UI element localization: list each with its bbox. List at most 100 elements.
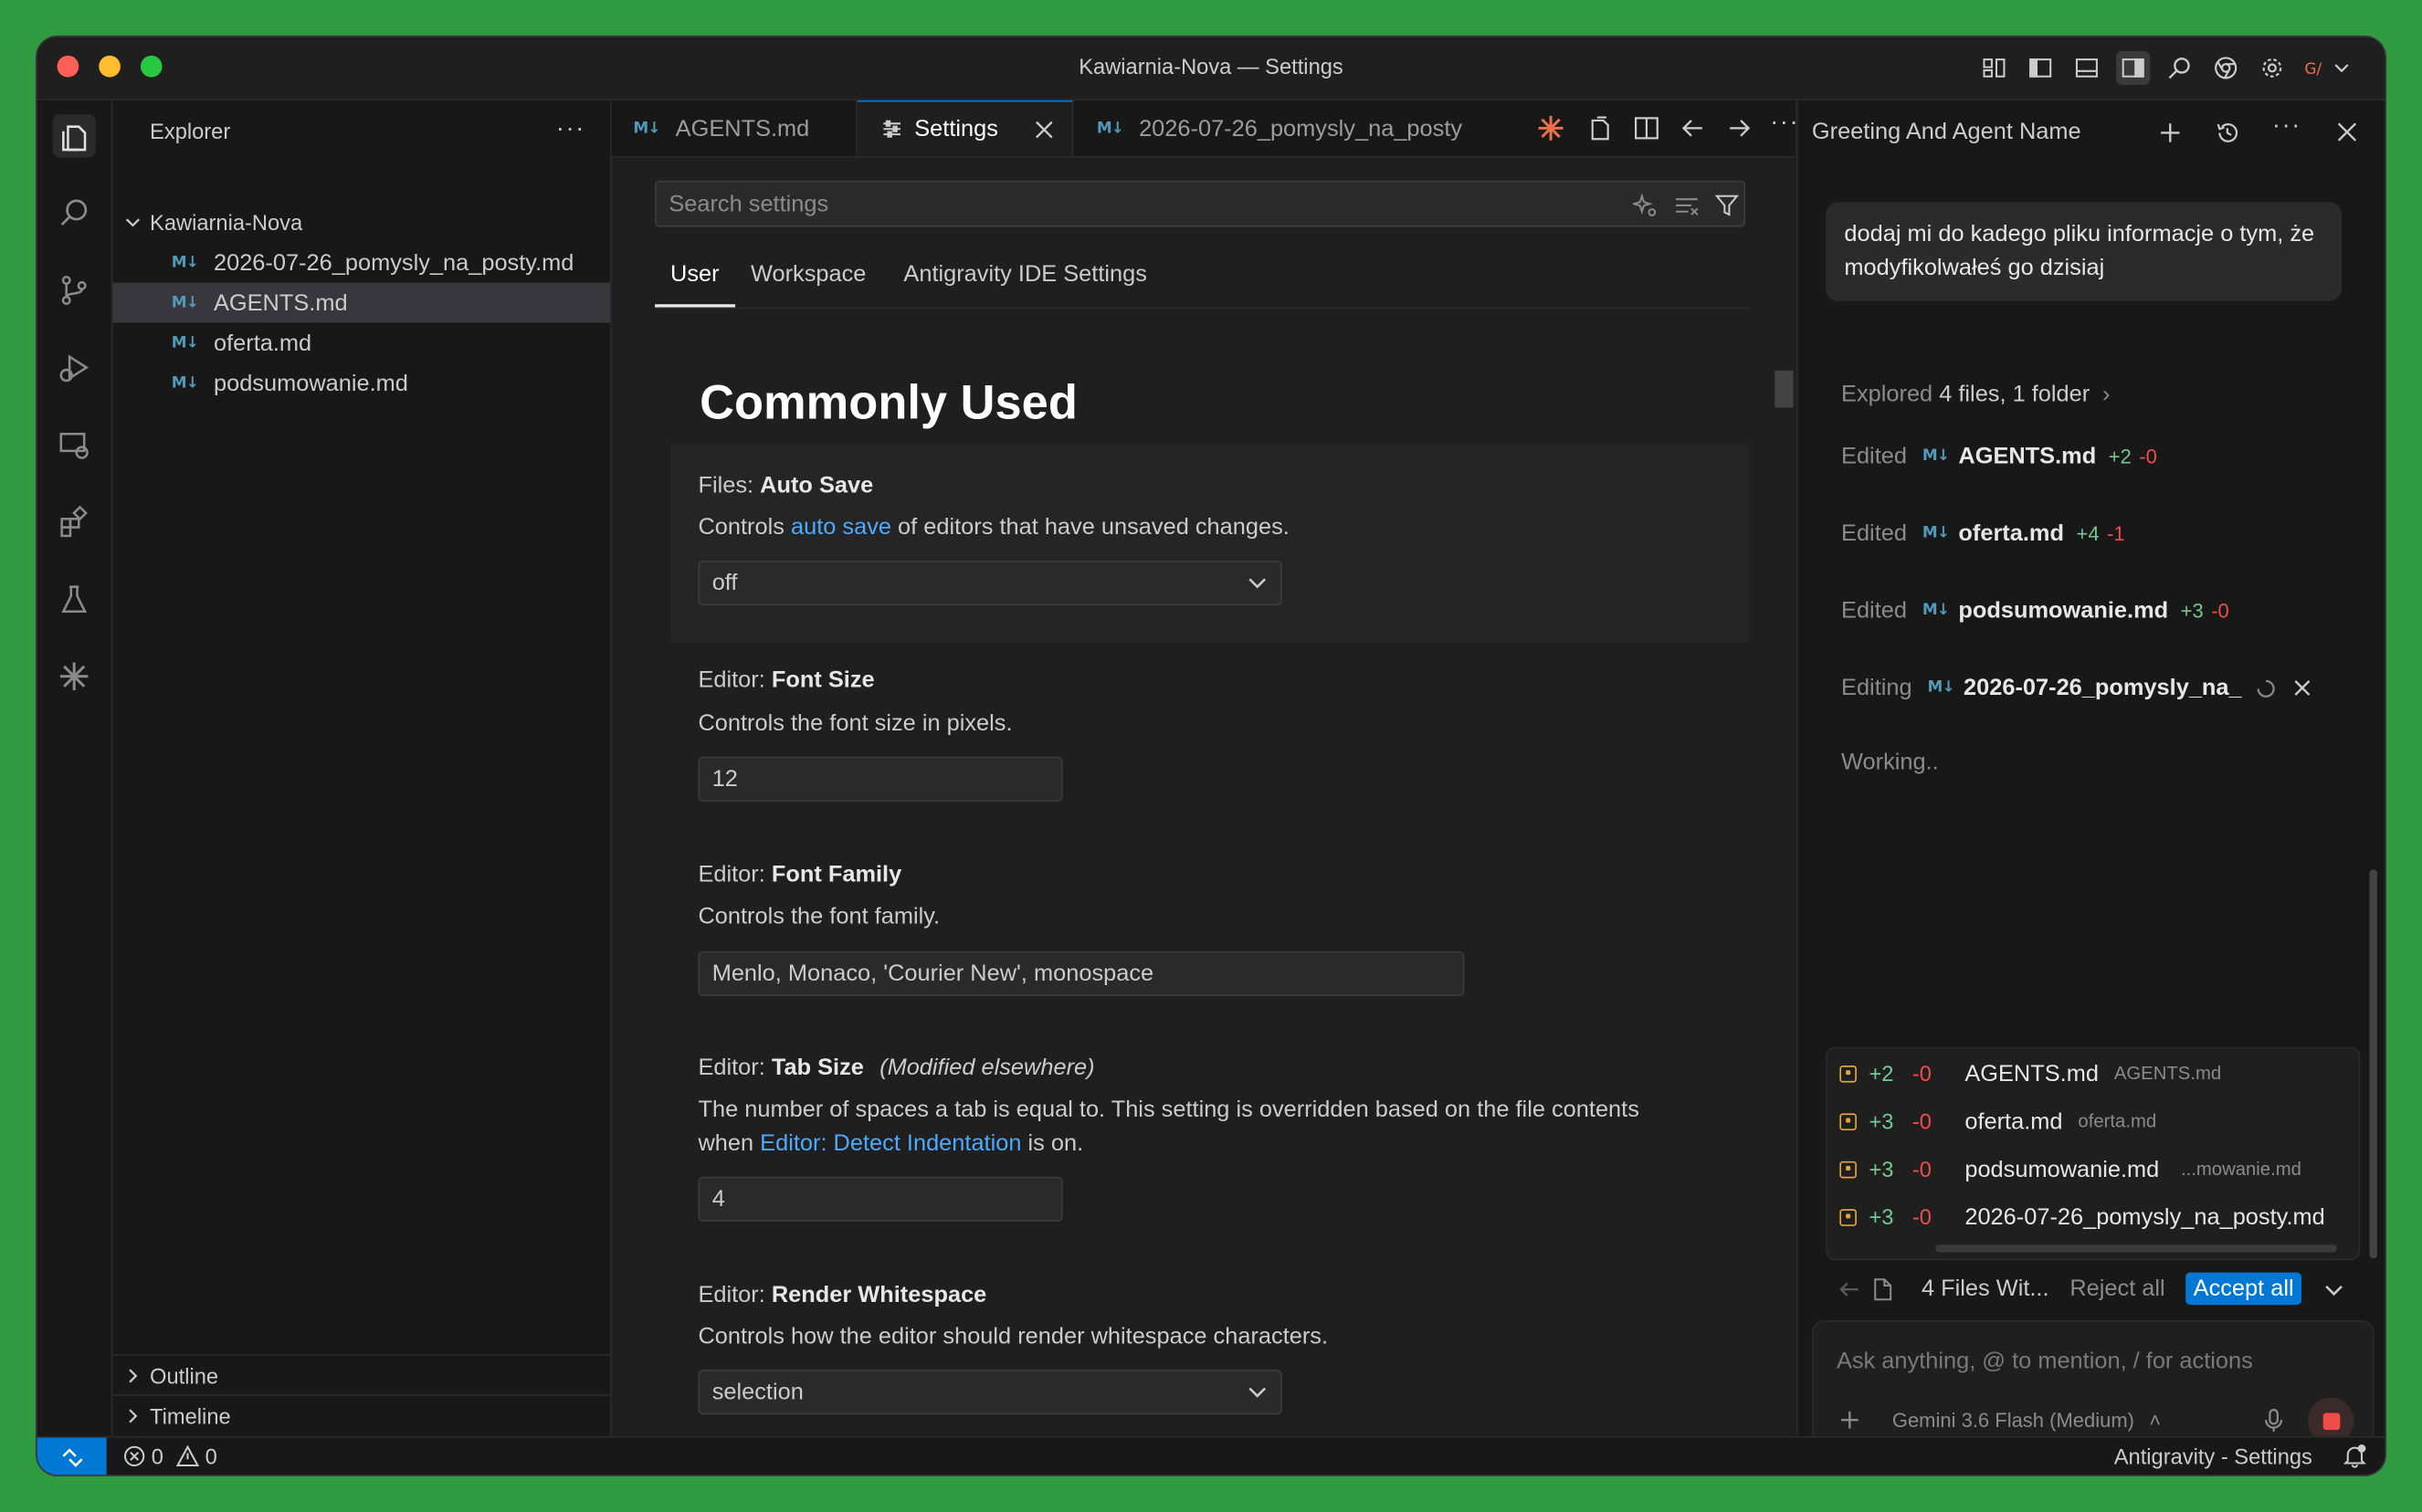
file-name: podsumowanie.md [213, 370, 408, 396]
back-arrow-icon[interactable] [1838, 1278, 1860, 1300]
add-context-plus-icon[interactable] [1839, 1410, 1859, 1430]
setting-name: Tab Size [771, 1055, 864, 1081]
change-row[interactable]: +2 -0 AGENTS.md AGENTS.md [1839, 1050, 2358, 1097]
gear-icon[interactable] [2255, 51, 2289, 85]
removed-lines: -0 [2139, 445, 2157, 468]
close-tab-icon[interactable] [1035, 121, 1053, 139]
modified-elsewhere-note[interactable]: (Modified elsewhere) [879, 1055, 1094, 1081]
file-item[interactable]: M↓ oferta.md [112, 322, 610, 362]
explorer-icon[interactable] [52, 114, 96, 158]
cancel-step-icon[interactable] [2294, 679, 2311, 697]
clear-filter-icon[interactable] [1674, 193, 1699, 217]
scrollbar-thumb[interactable] [1774, 370, 1794, 408]
close-panel-icon[interactable] [2337, 122, 2357, 142]
source-control-icon[interactable] [53, 268, 96, 311]
change-row[interactable]: +3 -0 2026-07-26_pomysly_na_posty.md [1839, 1193, 2358, 1240]
tab-size-input[interactable]: 4 [698, 1176, 1063, 1222]
extensions-icon[interactable] [53, 500, 96, 543]
render-whitespace-select[interactable]: selection [698, 1370, 1282, 1415]
reject-all-button[interactable]: Reject all [2069, 1276, 2164, 1302]
chevron-down-icon [1248, 1387, 1267, 1398]
tab-label: 2026-07-26_pomysly_na_posty [1139, 115, 1463, 142]
chrome-icon[interactable] [2209, 51, 2243, 85]
chevron-right-icon [129, 1409, 138, 1423]
detect-indentation-link[interactable]: Editor: Detect Indentation [760, 1130, 1021, 1157]
agent-sparkle-icon[interactable] [53, 655, 96, 698]
select-value: off [711, 570, 738, 596]
file-item[interactable]: M↓ 2026-07-26_pomysly_na_posty.md [112, 243, 610, 283]
split-editor-icon[interactable] [1633, 114, 1660, 142]
explored-step[interactable]: Explored 4 files, 1 folder › [1841, 382, 2110, 408]
desc-text: is on. [1021, 1130, 1084, 1157]
more-actions-icon[interactable]: ··· [1770, 110, 1799, 137]
outline-label: Outline [150, 1363, 219, 1389]
forward-arrow-icon[interactable] [1725, 114, 1753, 142]
edit-step[interactable]: Edited M↓ oferta.md +4 -1 [1841, 520, 2125, 547]
folder-root[interactable]: Kawiarnia-Nova [112, 203, 610, 243]
outline-section[interactable]: Outline [112, 1354, 611, 1396]
tab-posts-md[interactable]: M↓ 2026-07-26_pomysly_na_posty [1075, 100, 1538, 156]
open-changes-icon[interactable] [1586, 114, 1614, 142]
markdown-icon: M↓ [1922, 447, 1950, 466]
markdown-icon: M↓ [1922, 525, 1950, 542]
problems-indicator[interactable]: 0 0 [123, 1444, 217, 1468]
tab-workspace[interactable]: Workspace [751, 261, 866, 288]
settings-scope-tabs: User Workspace Antigravity IDE Settings [655, 248, 1749, 310]
tab-settings[interactable]: Settings [857, 100, 1074, 156]
chevron-down-icon[interactable] [2323, 1280, 2345, 1302]
file-item-selected[interactable]: M↓ AGENTS.md [112, 282, 611, 323]
timeline-section[interactable]: Timeline [112, 1394, 611, 1436]
toggle-secondary-sidebar-icon[interactable] [2116, 50, 2151, 86]
file-name: oferta.md [213, 330, 312, 356]
search-view-icon[interactable] [53, 192, 96, 235]
edit-step[interactable]: Edited M↓ podsumowanie.md +3 -0 [1841, 598, 2229, 625]
status-right-label[interactable]: Antigravity - Settings [2114, 1444, 2312, 1468]
search-icon[interactable] [2163, 51, 2196, 85]
change-row[interactable]: +3 -0 podsumowanie.md ...mowanie.md [1839, 1146, 2358, 1192]
more-actions-icon[interactable]: ··· [556, 116, 585, 143]
history-icon[interactable] [2215, 121, 2239, 145]
chevron-down-icon [125, 218, 140, 227]
ai-search-sparkle-icon[interactable] [1632, 193, 1658, 217]
notifications-bell-icon[interactable] [2343, 1444, 2366, 1468]
testing-flask-icon[interactable] [53, 578, 96, 621]
run-debug-icon[interactable] [53, 346, 96, 389]
remote-explorer-icon[interactable] [53, 423, 96, 466]
setting-category: Editor: [698, 667, 765, 694]
search-settings-input[interactable]: Search settings [655, 180, 1746, 227]
select-value: selection [711, 1379, 804, 1406]
editing-step[interactable]: Editing M↓ 2026-07-26_pomysly_na_ [1841, 675, 2311, 701]
file-changed-icon [1839, 1160, 1857, 1178]
tab-agents-md[interactable]: M↓ AGENTS.md [611, 100, 858, 156]
agent-panel-title: Greeting And Agent Name [1811, 119, 2081, 145]
customize-layout-icon[interactable] [1977, 51, 2011, 85]
files-summary[interactable]: 4 Files Wit... [1922, 1276, 2049, 1302]
auto-save-select[interactable]: off [698, 560, 1282, 605]
chevron-right-icon [129, 1369, 138, 1383]
active-tab-indicator [655, 304, 736, 308]
font-family-input[interactable]: Menlo, Monaco, 'Courier New', monospace [698, 950, 1465, 996]
font-size-input[interactable]: 12 [698, 756, 1063, 802]
auto-save-link[interactable]: auto save [791, 514, 891, 541]
markdown-icon: M↓ [171, 254, 199, 271]
new-chat-plus-icon[interactable] [2158, 121, 2183, 145]
scrollbar-thumb[interactable] [2369, 869, 2377, 1259]
edit-step[interactable]: Edited M↓ AGENTS.md +2 -0 [1841, 443, 2157, 469]
toggle-panel-icon[interactable] [2069, 51, 2103, 85]
file-item[interactable]: M↓ podsumowanie.md [112, 362, 610, 403]
change-row[interactable]: +3 -0 oferta.md oferta.md [1839, 1098, 2358, 1145]
filter-icon[interactable] [1714, 193, 1740, 217]
account-menu-icon[interactable]: G/ [2301, 51, 2354, 85]
added-lines: +3 [1869, 1156, 1894, 1181]
tab-user[interactable]: User [670, 261, 720, 288]
model-selector[interactable]: Gemini 3.6 Flash (Medium) ˄ [1892, 1408, 2161, 1431]
remote-indicator[interactable] [37, 1437, 107, 1475]
horizontal-scrollbar[interactable] [1935, 1244, 2337, 1253]
back-arrow-icon[interactable] [1679, 114, 1706, 142]
accept-all-button[interactable]: Accept all [2185, 1272, 2302, 1306]
tab-ide-settings[interactable]: Antigravity IDE Settings [903, 261, 1147, 288]
microphone-icon[interactable] [2264, 1408, 2283, 1433]
more-actions-icon[interactable]: ··· [2272, 112, 2301, 140]
toggle-primary-sidebar-icon[interactable] [2024, 51, 2058, 85]
chevron-down-icon [1248, 578, 1267, 589]
